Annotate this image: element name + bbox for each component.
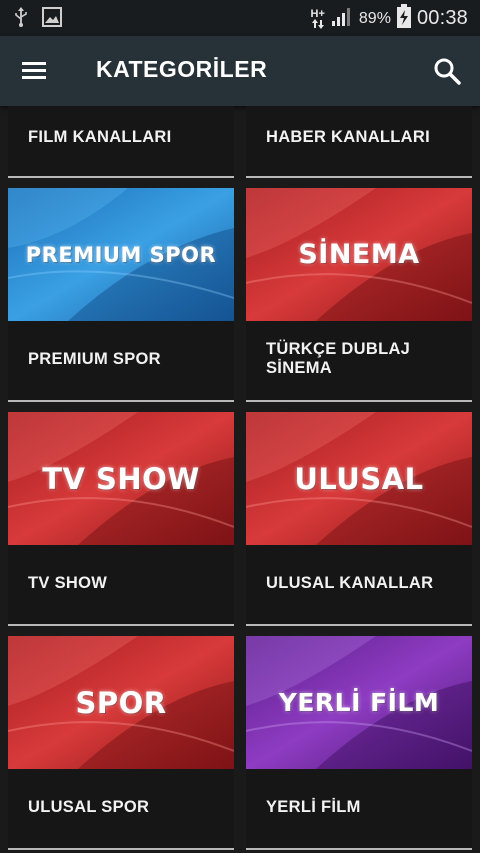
data-arrows-icon bbox=[311, 18, 324, 29]
network-type-text: H+ bbox=[310, 7, 325, 20]
thumbnail-text: TV SHOW bbox=[42, 461, 200, 496]
network-type-indicator: H+ bbox=[310, 7, 325, 29]
battery-percent: 89% bbox=[358, 9, 391, 27]
category-card-film-kanallari[interactable]: FILM KANALLARI bbox=[8, 106, 234, 178]
category-caption: TV SHOW bbox=[28, 574, 108, 592]
card-divider bbox=[246, 848, 472, 850]
category-grid: FILM KANALLARI HABER KANALLARI PREMIUM S… bbox=[0, 106, 480, 853]
card-divider bbox=[8, 624, 234, 626]
category-caption: ULUSAL SPOR bbox=[28, 798, 150, 816]
app-bar: KATEGORİLER bbox=[0, 36, 480, 106]
status-system-icons: H+ 89% 00:38 bbox=[311, 4, 468, 33]
category-caption: TÜRKÇE DUBLAJ SİNEMA bbox=[266, 340, 411, 377]
card-divider bbox=[8, 848, 234, 850]
thumbnail-text: SPOR bbox=[75, 685, 167, 720]
image-icon bbox=[42, 7, 62, 32]
status-bar: H+ 89% 00:38 bbox=[0, 0, 480, 36]
category-card-premium-spor[interactable]: PREMIUM SPOR PREMIUM SPOR bbox=[8, 188, 234, 402]
status-notification-icons bbox=[14, 6, 62, 33]
card-divider bbox=[246, 624, 472, 626]
category-caption: YERLİ FİLM bbox=[266, 798, 361, 816]
category-caption: HABER KANALLARI bbox=[266, 128, 430, 146]
usb-icon bbox=[14, 6, 28, 33]
category-card-yerli-film[interactable]: YERLİ FİLM YERLİ FİLM bbox=[246, 636, 472, 850]
category-thumbnail: PREMIUM SPOR bbox=[8, 188, 234, 321]
thumbnail-text: PREMIUM SPOR bbox=[25, 242, 217, 267]
category-thumbnail: SİNEMA bbox=[246, 188, 472, 321]
category-caption: ULUSAL KANALLAR bbox=[266, 574, 434, 592]
card-divider bbox=[8, 400, 234, 402]
card-divider bbox=[246, 176, 472, 178]
card-divider bbox=[246, 400, 472, 402]
clock: 00:38 bbox=[416, 7, 468, 29]
signal-strength-icon bbox=[331, 5, 353, 32]
card-divider bbox=[8, 176, 234, 178]
hamburger-menu-icon bbox=[22, 62, 46, 79]
category-caption: FILM KANALLARI bbox=[28, 128, 172, 146]
search-icon bbox=[434, 58, 461, 85]
category-card-ulusal-spor[interactable]: SPOR ULUSAL SPOR bbox=[8, 636, 234, 850]
category-thumbnail: YERLİ FİLM bbox=[246, 636, 472, 769]
category-card-ulusal-kanallar[interactable]: ULUSAL ULUSAL KANALLAR bbox=[246, 412, 472, 626]
battery-charging-icon bbox=[396, 4, 411, 33]
category-thumbnail: SPOR bbox=[8, 636, 234, 769]
thumbnail-text: YERLİ FİLM bbox=[278, 688, 440, 717]
category-thumbnail: TV SHOW bbox=[8, 412, 234, 545]
category-thumbnail: ULUSAL bbox=[246, 412, 472, 545]
page-title: KATEGORİLER bbox=[96, 56, 268, 82]
category-caption: PREMIUM SPOR bbox=[28, 350, 161, 368]
thumbnail-text: ULUSAL bbox=[294, 461, 424, 496]
thumbnail-text: SİNEMA bbox=[298, 239, 420, 270]
menu-button[interactable] bbox=[18, 56, 52, 86]
category-card-tv-show[interactable]: TV SHOW TV SHOW bbox=[8, 412, 234, 626]
category-card-haber-kanallari[interactable]: HABER KANALLARI bbox=[246, 106, 472, 178]
search-button[interactable] bbox=[430, 54, 464, 88]
category-card-turkce-dublaj-sinema[interactable]: SİNEMA TÜRKÇE DUBLAJ SİNEMA bbox=[246, 188, 472, 402]
